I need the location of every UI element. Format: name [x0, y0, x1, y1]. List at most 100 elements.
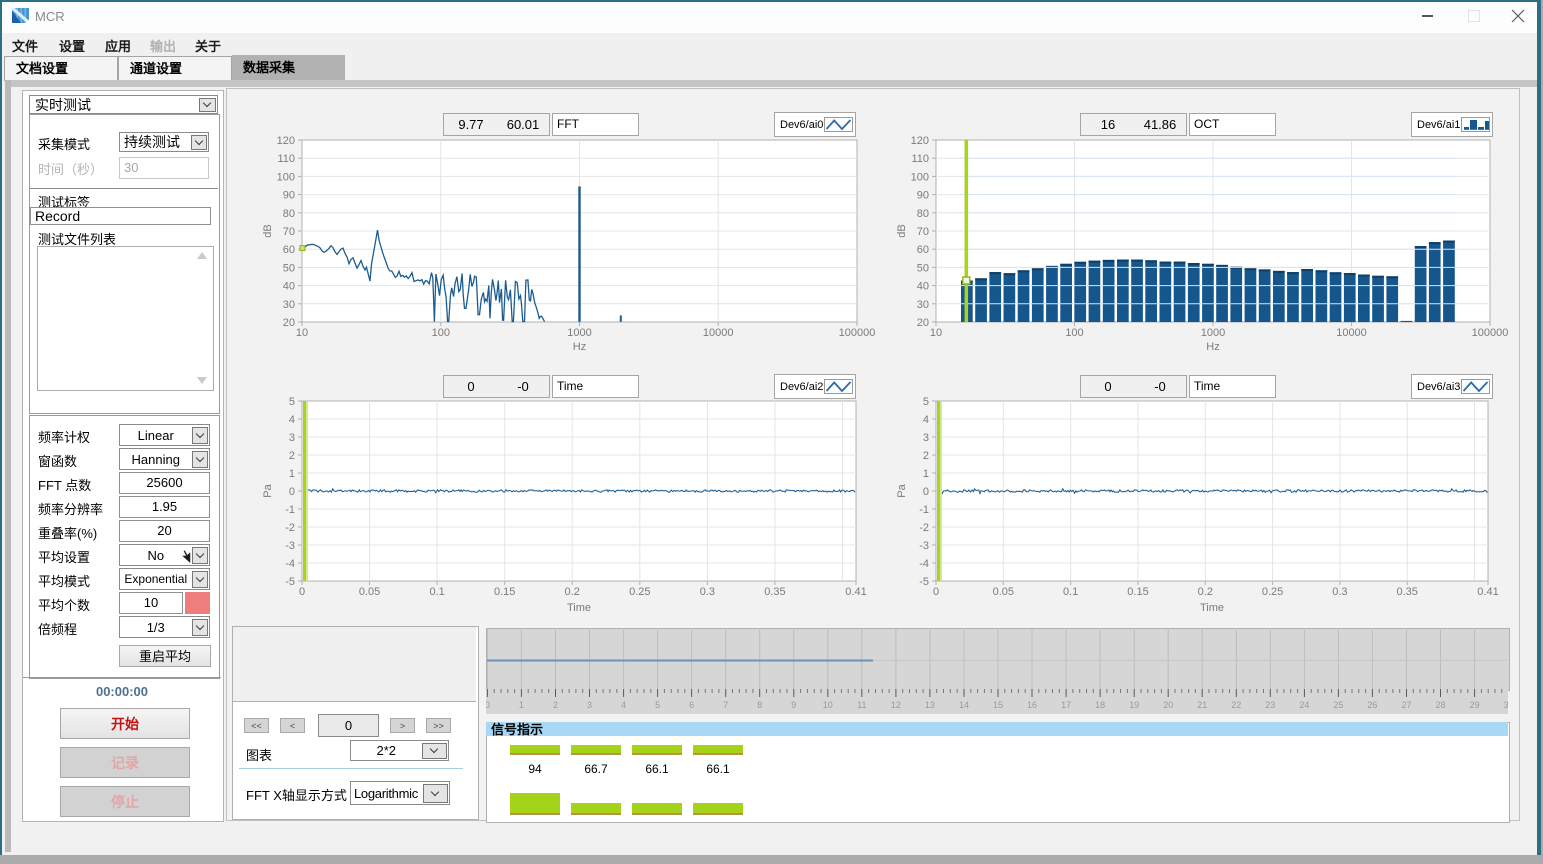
- svg-text:Hz: Hz: [573, 341, 586, 353]
- svg-text:2: 2: [289, 450, 295, 462]
- svg-text:0.41: 0.41: [845, 586, 866, 598]
- svg-text:-5: -5: [919, 576, 929, 588]
- svg-text:-1: -1: [919, 504, 929, 516]
- svg-text:1: 1: [289, 468, 295, 480]
- svg-text:26: 26: [1367, 700, 1377, 710]
- svg-text:20: 20: [917, 317, 929, 329]
- svg-text:0.2: 0.2: [1198, 586, 1213, 598]
- svg-text:4: 4: [621, 700, 626, 710]
- svg-text:0.3: 0.3: [700, 586, 715, 598]
- svg-text:50: 50: [283, 262, 295, 274]
- svg-text:-2: -2: [919, 522, 929, 534]
- svg-text:dB: dB: [262, 224, 274, 237]
- svg-text:70: 70: [917, 226, 929, 238]
- svg-text:9: 9: [791, 700, 796, 710]
- svg-text:0.25: 0.25: [1262, 586, 1283, 598]
- svg-text:100000: 100000: [839, 327, 876, 339]
- svg-text:90: 90: [283, 190, 295, 202]
- svg-text:0: 0: [933, 586, 939, 598]
- svg-text:10000: 10000: [1336, 327, 1367, 339]
- svg-text:3: 3: [923, 432, 929, 444]
- svg-text:0.1: 0.1: [429, 586, 444, 598]
- svg-text:16: 16: [1027, 700, 1037, 710]
- svg-text:20: 20: [1163, 700, 1173, 710]
- svg-text:0.1: 0.1: [1063, 586, 1078, 598]
- svg-text:Hz: Hz: [1206, 341, 1219, 353]
- svg-text:0: 0: [923, 486, 929, 498]
- svg-text:30: 30: [1504, 700, 1508, 710]
- svg-text:18: 18: [1095, 700, 1105, 710]
- svg-text:14: 14: [959, 700, 969, 710]
- svg-text:-4: -4: [285, 558, 295, 570]
- svg-text:5: 5: [923, 396, 929, 408]
- svg-text:28: 28: [1435, 700, 1445, 710]
- svg-text:23: 23: [1265, 700, 1275, 710]
- svg-text:11: 11: [857, 700, 866, 710]
- svg-text:0.25: 0.25: [629, 586, 650, 598]
- svg-text:60: 60: [283, 244, 295, 256]
- svg-text:12: 12: [891, 700, 901, 710]
- svg-text:80: 80: [917, 208, 929, 220]
- svg-text:1: 1: [519, 700, 524, 710]
- svg-text:1000: 1000: [1201, 327, 1225, 339]
- svg-text:0: 0: [486, 700, 490, 710]
- svg-text:29: 29: [1470, 700, 1480, 710]
- svg-text:10: 10: [930, 327, 942, 339]
- svg-text:-4: -4: [919, 558, 929, 570]
- svg-text:dB: dB: [896, 224, 908, 237]
- svg-text:0.41: 0.41: [1477, 586, 1498, 598]
- svg-text:13: 13: [925, 700, 935, 710]
- svg-text:3: 3: [289, 432, 295, 444]
- svg-text:20: 20: [283, 317, 295, 329]
- svg-text:-5: -5: [285, 576, 295, 588]
- svg-text:3: 3: [587, 700, 592, 710]
- svg-text:2: 2: [553, 700, 558, 710]
- svg-text:27: 27: [1401, 700, 1411, 710]
- svg-text:2: 2: [923, 450, 929, 462]
- svg-text:90: 90: [917, 190, 929, 202]
- svg-text:0.35: 0.35: [1396, 586, 1417, 598]
- svg-text:7: 7: [723, 700, 728, 710]
- svg-text:5: 5: [655, 700, 660, 710]
- svg-text:0.05: 0.05: [993, 586, 1014, 598]
- svg-text:40: 40: [917, 281, 929, 293]
- svg-text:0: 0: [299, 586, 305, 598]
- svg-text:24: 24: [1299, 700, 1309, 710]
- svg-text:50: 50: [917, 262, 929, 274]
- svg-text:110: 110: [911, 153, 929, 165]
- svg-text:0.15: 0.15: [494, 586, 515, 598]
- svg-text:120: 120: [911, 136, 929, 147]
- svg-text:100: 100: [911, 171, 929, 183]
- svg-text:22: 22: [1231, 700, 1241, 710]
- svg-text:4: 4: [289, 414, 295, 426]
- svg-text:100: 100: [432, 327, 450, 339]
- svg-text:1000: 1000: [567, 327, 591, 339]
- svg-text:25: 25: [1333, 700, 1343, 710]
- svg-text:Time: Time: [1200, 602, 1224, 614]
- svg-text:100000: 100000: [1472, 327, 1509, 339]
- svg-text:30: 30: [283, 299, 295, 311]
- svg-text:100: 100: [1065, 327, 1083, 339]
- svg-text:Pa: Pa: [896, 483, 908, 497]
- svg-text:60: 60: [917, 244, 929, 256]
- svg-text:10: 10: [823, 700, 833, 710]
- svg-text:0.3: 0.3: [1332, 586, 1347, 598]
- svg-text:15: 15: [993, 700, 1003, 710]
- svg-text:5: 5: [289, 396, 295, 408]
- svg-text:0.15: 0.15: [1127, 586, 1148, 598]
- svg-text:-3: -3: [285, 540, 295, 552]
- svg-text:10: 10: [296, 327, 308, 339]
- svg-text:70: 70: [283, 226, 295, 238]
- svg-text:Time: Time: [567, 602, 591, 614]
- svg-text:17: 17: [1061, 700, 1071, 710]
- svg-text:110: 110: [277, 153, 295, 165]
- svg-text:4: 4: [923, 414, 929, 426]
- svg-text:8: 8: [757, 700, 762, 710]
- svg-text:30: 30: [917, 299, 929, 311]
- svg-text:120: 120: [277, 136, 295, 147]
- svg-text:-3: -3: [919, 540, 929, 552]
- svg-text:1: 1: [923, 468, 929, 480]
- svg-text:0.05: 0.05: [359, 586, 380, 598]
- svg-text:0: 0: [289, 486, 295, 498]
- svg-text:100: 100: [277, 171, 295, 183]
